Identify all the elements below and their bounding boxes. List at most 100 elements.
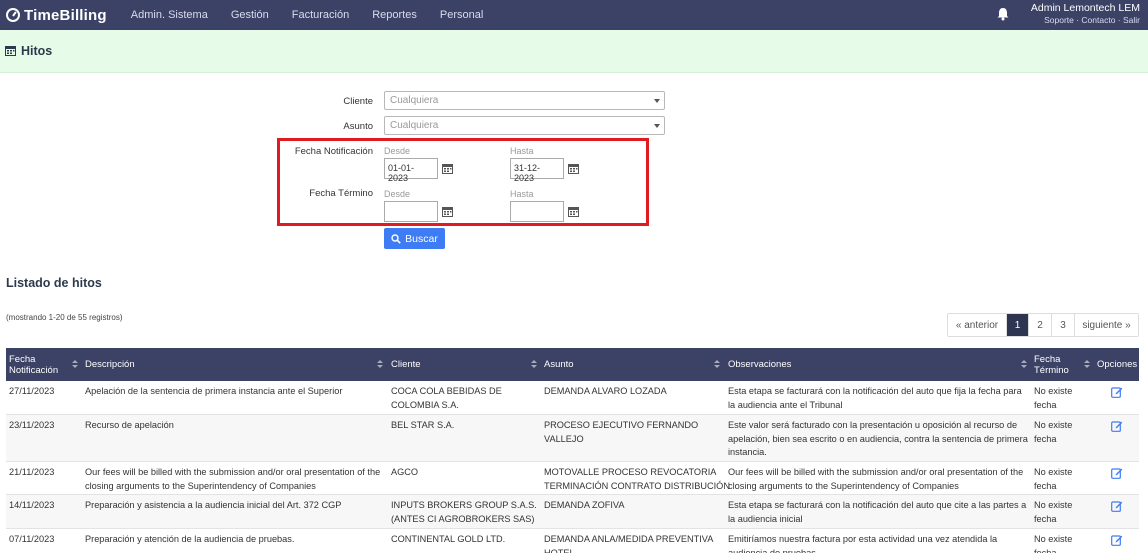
sort-icon[interactable] bbox=[377, 360, 383, 369]
cell-fecha-termino-line: fecha bbox=[1034, 513, 1057, 524]
col-fecha-termino[interactable]: Fecha Término bbox=[1034, 348, 1079, 381]
cell-descripcion: Preparación y atención de la audiencia d… bbox=[85, 533, 294, 547]
cell-asunto-line: MOTOVALLE PROCESO REVOCATORIA bbox=[544, 467, 717, 477]
cell-descripcion-line: Recurso de apelación bbox=[85, 420, 174, 430]
col-opciones: Opciones bbox=[1097, 359, 1138, 370]
page-title: Hitos bbox=[21, 44, 53, 58]
cell-cliente-line: BEL STAR S.A. bbox=[391, 420, 455, 430]
cell-fecha-termino-line: fecha bbox=[1034, 547, 1057, 553]
table-row: 23/11/2023 Recurso de apelación BEL STAR S… bbox=[6, 415, 1139, 462]
cell-asunto: DEMANDA ALVARO LOZADA bbox=[544, 385, 667, 399]
cell-asunto: DEMANDA ZOFIVA bbox=[544, 499, 624, 513]
cell-observaciones-line: instancia. bbox=[728, 447, 767, 457]
col-fecha-termino-line2: Término bbox=[1034, 364, 1069, 376]
search-button[interactable]: Buscar bbox=[384, 228, 445, 249]
cell-observaciones: Esta etapa se facturará con la notificac… bbox=[728, 385, 1022, 412]
cell-descripcion-line: Preparación y asistencia a la audiencia … bbox=[85, 500, 342, 510]
edit-icon[interactable] bbox=[1111, 420, 1123, 432]
col-cliente[interactable]: Cliente bbox=[391, 348, 421, 381]
chevron-down-icon bbox=[654, 99, 660, 103]
cell-fecha-termino-line: No existe bbox=[1034, 420, 1073, 430]
col-fecha-notificacion[interactable]: Fecha Notificación bbox=[9, 348, 69, 381]
cell-observaciones-line: Our fees will be billed with the submiss… bbox=[728, 467, 1024, 477]
chevron-down-icon bbox=[654, 124, 660, 128]
pagination-page-2[interactable]: 2 bbox=[1028, 314, 1051, 336]
col-asunto[interactable]: Asunto bbox=[544, 348, 574, 381]
cell-fecha-termino-line: No existe bbox=[1034, 467, 1073, 477]
cell-asunto: PROCESO EJECUTIVO FERNANDO VALLEJO bbox=[544, 419, 698, 446]
cell-fecha-termino: No existe fecha bbox=[1034, 533, 1072, 553]
cell-fecha-termino: No existe fecha bbox=[1034, 385, 1072, 412]
menu-gestion[interactable]: Gestión bbox=[231, 9, 269, 21]
cell-cliente: COCA COLA BEBIDAS DE COLOMBIA S.A. bbox=[391, 385, 502, 412]
edit-icon[interactable] bbox=[1111, 534, 1123, 546]
sort-icon[interactable] bbox=[1084, 360, 1090, 369]
sort-icon[interactable] bbox=[531, 360, 537, 369]
asunto-label: Asunto bbox=[343, 121, 373, 132]
cell-observaciones-line: Este valor será facturado con la present… bbox=[728, 420, 1018, 430]
cell-cliente-line: AGCO bbox=[391, 467, 419, 477]
cell-cliente-line: CONTINENTAL GOLD LTD. bbox=[391, 534, 506, 544]
col-observaciones[interactable]: Observaciones bbox=[728, 348, 791, 381]
pagination-prev[interactable]: « anterior bbox=[948, 314, 1006, 336]
cell-cliente: CONTINENTAL GOLD LTD. bbox=[391, 533, 505, 547]
cell-asunto-line: DEMANDA ANLA/MEDIDA PREVENTIVA bbox=[544, 534, 714, 544]
cell-asunto: DEMANDA ANLA/MEDIDA PREVENTIVA HOTEL bbox=[544, 533, 713, 553]
edit-icon[interactable] bbox=[1111, 467, 1123, 479]
cell-observaciones-line: Emitiríamos nuestra factura por esta act… bbox=[728, 534, 998, 544]
sort-icon[interactable] bbox=[1021, 360, 1027, 369]
table-row: 07/11/2023 Preparación y atención de la a… bbox=[6, 529, 1139, 553]
edit-icon[interactable] bbox=[1111, 386, 1123, 398]
pagination-page-1[interactable]: 1 bbox=[1006, 314, 1028, 336]
cell-cliente-line: INPUTS BROKERS GROUP S.A.S. bbox=[391, 500, 537, 510]
list-title: Listado de hitos bbox=[6, 276, 102, 290]
cell-cliente: INPUTS BROKERS GROUP S.A.S. (ANTES CI AGR… bbox=[391, 499, 537, 526]
cell-asunto-line: DEMANDA ALVARO LOZADA bbox=[544, 386, 667, 396]
pagination-next[interactable]: siguiente » bbox=[1074, 314, 1138, 336]
cell-descripcion-line: Preparación y atención de la audiencia d… bbox=[85, 534, 295, 544]
user-menu[interactable]: Admin Lemontech LEM Soporte · Contacto ·… bbox=[1031, 2, 1140, 25]
pagination-page-3[interactable]: 3 bbox=[1051, 314, 1074, 336]
menu-reportes[interactable]: Reportes bbox=[372, 9, 417, 21]
cell-fecha-termino-line: No existe bbox=[1034, 534, 1073, 544]
user-links[interactable]: Soporte · Contacto · Salir bbox=[1031, 15, 1140, 25]
cell-fecha-termino-line: fecha bbox=[1034, 399, 1057, 410]
menu-facturacion[interactable]: Facturación bbox=[292, 9, 349, 21]
cell-cliente-line: COCA COLA BEBIDAS DE bbox=[391, 386, 502, 396]
cell-fecha-termino-line: fecha bbox=[1034, 480, 1057, 491]
cell-fecha-notificacion: 27/11/2023 bbox=[9, 386, 55, 396]
cell-fecha-notificacion: 07/11/2023 bbox=[9, 534, 55, 544]
cell-descripcion: Recurso de apelación bbox=[85, 419, 174, 433]
cell-observaciones-line: apelación, bien sea escrito o en audienc… bbox=[728, 433, 1028, 444]
col-fecha-notificacion-line1: Fecha bbox=[9, 353, 36, 365]
sort-icon[interactable] bbox=[72, 360, 78, 369]
cell-fecha-notificacion: 23/11/2023 bbox=[9, 420, 55, 430]
cell-observaciones-line: audiencia de pruebas. bbox=[728, 547, 819, 553]
cell-cliente: AGCO bbox=[391, 466, 418, 480]
brand-name: TimeBilling bbox=[24, 6, 107, 24]
col-descripcion[interactable]: Descripción bbox=[85, 348, 135, 381]
cell-fecha-termino: No existe fecha bbox=[1034, 499, 1072, 526]
sort-icon[interactable] bbox=[714, 360, 720, 369]
clock-icon bbox=[6, 8, 20, 22]
cell-observaciones-line: closing arguments to the Superintendency… bbox=[728, 480, 959, 491]
cell-asunto-line: HOTEL bbox=[544, 547, 575, 553]
search-icon bbox=[391, 233, 401, 244]
pagination: « anterior 1 2 3 siguiente » bbox=[947, 313, 1139, 337]
cell-descripcion: Preparación y asistencia a la audiencia … bbox=[85, 499, 341, 513]
cell-cliente: BEL STAR S.A. bbox=[391, 419, 454, 433]
date-filters-highlight bbox=[277, 138, 649, 226]
cliente-select[interactable]: Cualquiera bbox=[384, 91, 665, 110]
cell-cliente-line: COLOMBIA S.A. bbox=[391, 399, 459, 410]
menu-admin-sistema[interactable]: Admin. Sistema bbox=[131, 9, 208, 21]
bell-icon[interactable] bbox=[996, 7, 1010, 21]
user-name[interactable]: Admin Lemontech LEM bbox=[1031, 2, 1140, 14]
brand-logo[interactable]: TimeBilling bbox=[6, 7, 107, 24]
table-header: Fecha Notificación Descripción Cliente A… bbox=[6, 348, 1139, 381]
cliente-label: Cliente bbox=[343, 96, 373, 107]
cell-fecha-termino-line: fecha bbox=[1034, 433, 1057, 444]
edit-icon[interactable] bbox=[1111, 500, 1123, 512]
menu-personal[interactable]: Personal bbox=[440, 9, 483, 21]
cell-asunto-line: PROCESO EJECUTIVO FERNANDO bbox=[544, 420, 699, 430]
asunto-select[interactable]: Cualquiera bbox=[384, 116, 665, 135]
